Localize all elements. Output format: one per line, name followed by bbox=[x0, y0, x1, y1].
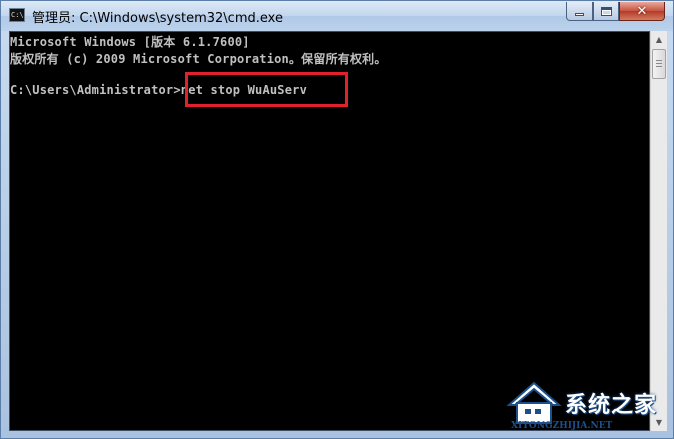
close-button[interactable]: ✕ bbox=[619, 2, 665, 21]
scroll-up-arrow-icon[interactable]: ▲ bbox=[651, 31, 667, 48]
copyright-line: 版权所有 (c) 2009 Microsoft Corporation。保留所有… bbox=[10, 52, 387, 66]
grip-line bbox=[656, 66, 662, 67]
watermark-url: XITONGZHIJIA.NET bbox=[511, 421, 613, 431]
version-line: Microsoft Windows [版本 6.1.7600] bbox=[10, 35, 250, 49]
minimize-button[interactable] bbox=[566, 2, 593, 21]
grip-line bbox=[656, 60, 662, 61]
maximize-icon bbox=[600, 6, 612, 16]
house-logo-icon bbox=[506, 381, 562, 424]
title-bar[interactable]: C:\ 管理员: C:\Windows\system32\cmd.exe ✕ bbox=[1, 1, 673, 31]
watermark-brand: 系统之家 bbox=[565, 393, 658, 418]
cmd-window: C:\ 管理员: C:\Windows\system32\cmd.exe ✕ M… bbox=[0, 0, 674, 439]
command-highlight-box bbox=[185, 72, 348, 107]
site-watermark: 系统之家 XITONGZHIJIA.NET bbox=[499, 375, 671, 437]
grip-line bbox=[656, 63, 662, 64]
maximize-button[interactable] bbox=[593, 2, 619, 21]
window-title: 管理员: C:\Windows\system32\cmd.exe bbox=[32, 11, 283, 26]
close-icon: ✕ bbox=[636, 3, 648, 19]
minimize-icon bbox=[575, 13, 584, 16]
cmd-icon[interactable]: C:\ bbox=[9, 8, 25, 22]
vertical-scrollbar[interactable]: ▲ ▼ bbox=[650, 31, 667, 431]
console-output[interactable]: Microsoft Windows [版本 6.1.7600] 版权所有 (c)… bbox=[9, 31, 650, 431]
scroll-thumb[interactable] bbox=[652, 49, 666, 79]
prompt-text: C:\Users\Administrator> bbox=[10, 83, 181, 97]
